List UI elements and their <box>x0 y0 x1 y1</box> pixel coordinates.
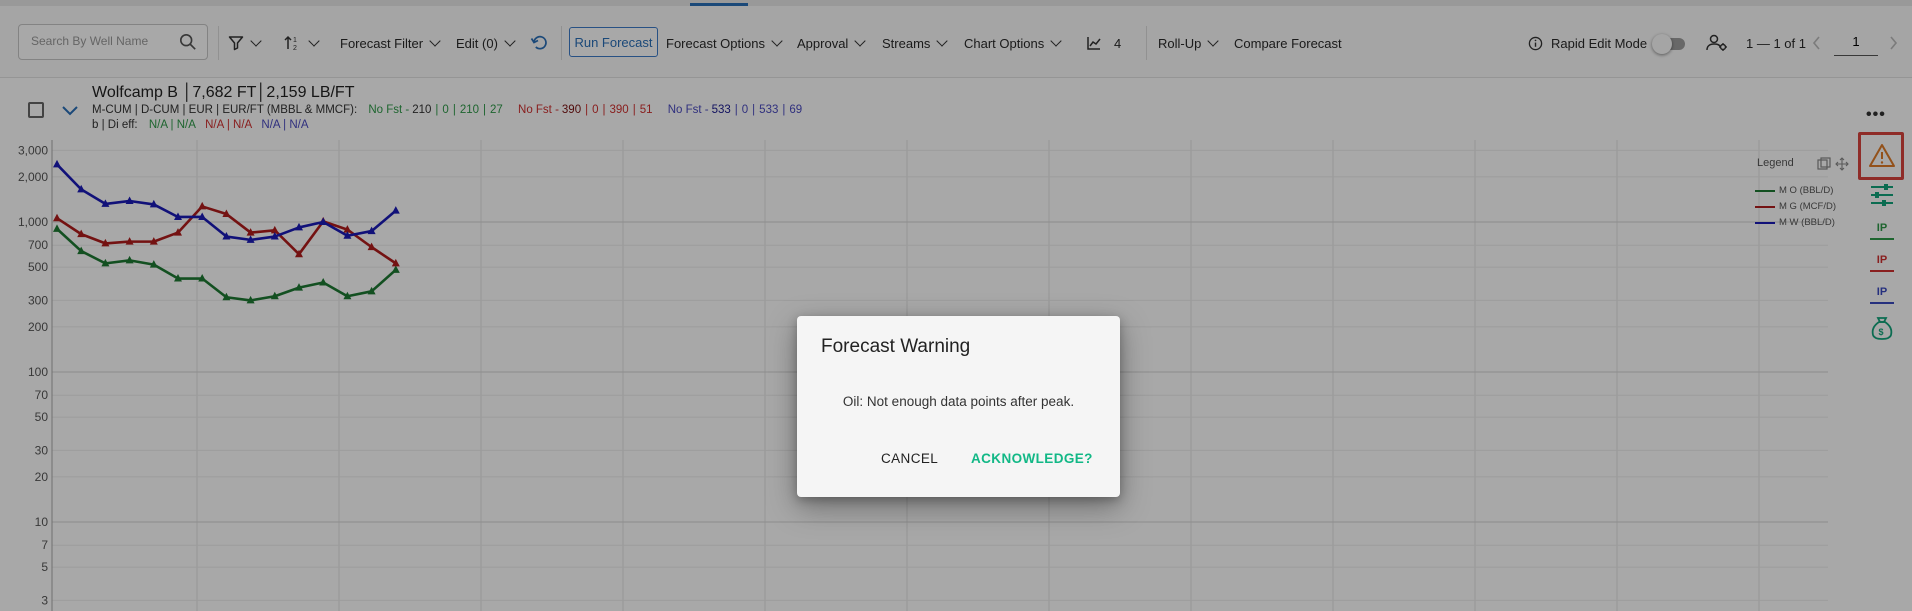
acknowledge-button[interactable]: ACKNOWLEDGE? <box>971 443 1093 473</box>
forecast-warning-dialog: Forecast Warning Oil: Not enough data po… <box>797 316 1120 497</box>
dialog-title: Forecast Warning <box>821 336 971 357</box>
modal-backdrop[interactable] <box>0 0 1912 611</box>
cancel-button[interactable]: CANCEL <box>881 443 938 473</box>
dialog-message: Oil: Not enough data points after peak. <box>842 394 1075 409</box>
